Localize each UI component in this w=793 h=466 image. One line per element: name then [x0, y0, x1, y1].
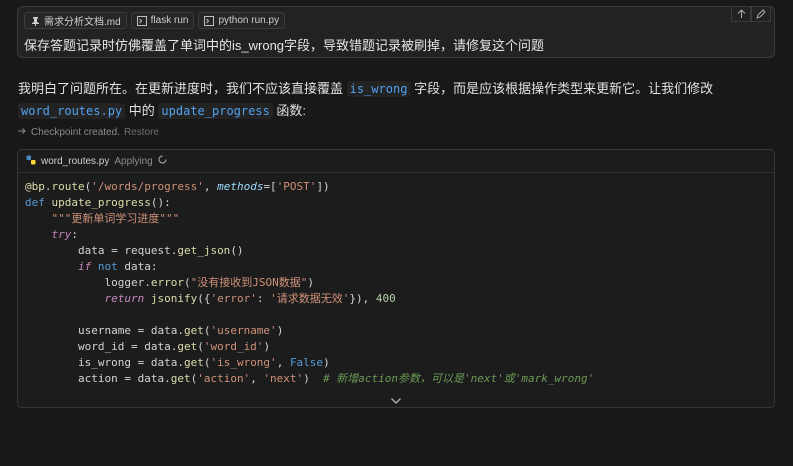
pin-icon [30, 16, 40, 26]
code-filename[interactable]: word_routes.py [41, 156, 109, 167]
user-message-box[interactable]: 需求分析文档.md flask run python run.py 保存答题记录… [17, 6, 775, 58]
checkpoint-text: Checkpoint created. [31, 127, 120, 138]
chip-label: python run.py [218, 15, 280, 26]
code-block: word_routes.py Applying @bp.route('/word… [17, 149, 775, 408]
assistant-text-part: 中的 [128, 103, 155, 118]
edit-button[interactable] [751, 6, 771, 22]
assistant-text-part: 我明白了问题所在。在更新进度时，我们不应该直接覆盖 [18, 81, 344, 96]
chevron-down-icon [391, 398, 401, 404]
arrow-right-icon [18, 127, 27, 138]
context-chip-flask-run[interactable]: flask run [130, 12, 195, 29]
terminal-icon [136, 15, 147, 26]
checkpoint-notice: Checkpoint created. Restore [18, 127, 159, 138]
inline-code-function: update_progress [158, 103, 273, 119]
restore-link[interactable]: Restore [124, 127, 159, 138]
pencil-icon [756, 9, 766, 19]
chip-label: 需求分析文档.md [44, 17, 121, 28]
spinner-icon [158, 155, 167, 167]
python-file-icon [26, 155, 36, 168]
context-chip-doc[interactable]: 需求分析文档.md [24, 12, 127, 29]
expand-code-button[interactable] [18, 397, 774, 405]
assistant-text-part: 函数: [276, 103, 307, 118]
apply-status: Applying [114, 155, 153, 167]
user-message-text: 保存答题记录时仿佛覆盖了单词中的is_wrong字段，导致错题记录被刷掉，请修复… [24, 38, 545, 53]
context-chip-python-run[interactable]: python run.py [198, 12, 286, 29]
terminal-icon [204, 15, 215, 26]
arrow-up-icon [737, 9, 745, 18]
message-actions [731, 6, 771, 22]
code-block-header: word_routes.py Applying [18, 150, 774, 173]
assistant-message: 我明白了问题所在。在更新进度时，我们不应该直接覆盖 is_wrong 字段，而是… [18, 78, 778, 122]
code-content: @bp.route('/words/progress', methods=['P… [25, 180, 595, 385]
inline-code-filename: word_routes.py [18, 103, 126, 119]
inline-code-is-wrong: is_wrong [346, 81, 411, 97]
assistant-text-part: 字段，而是应该根据操作类型来更新它。让我们修改 [414, 81, 714, 96]
chip-label: flask run [150, 15, 189, 26]
scroll-up-button[interactable] [731, 6, 751, 22]
context-chips: 需求分析文档.md flask run python run.py [24, 12, 286, 29]
